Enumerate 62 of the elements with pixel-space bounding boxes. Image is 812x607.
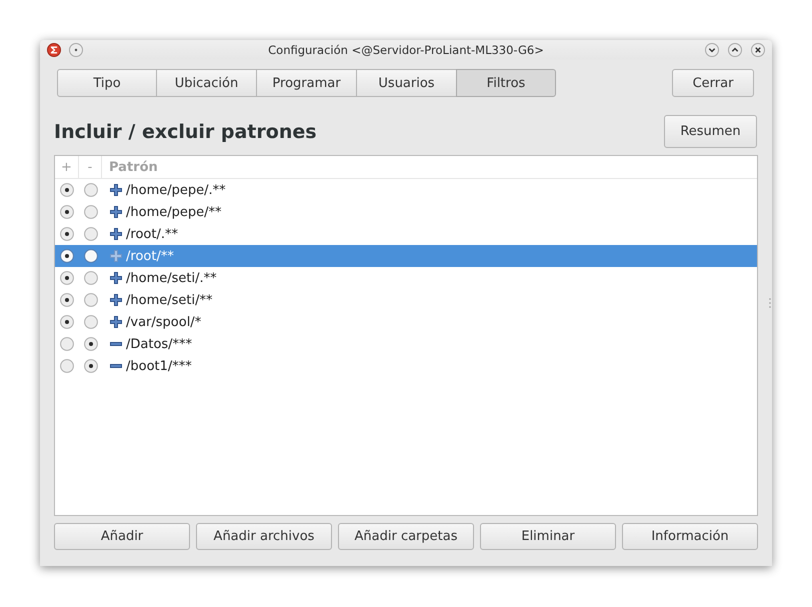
radio-button[interactable] bbox=[84, 337, 98, 351]
summary-button[interactable]: Resumen bbox=[664, 115, 757, 148]
table-row[interactable]: /boot1/*** bbox=[55, 355, 757, 377]
radio-button[interactable] bbox=[84, 227, 98, 241]
plus-icon bbox=[110, 228, 122, 240]
radio-button[interactable] bbox=[60, 249, 74, 263]
radio-button[interactable] bbox=[84, 293, 98, 307]
close-icon[interactable] bbox=[751, 43, 765, 57]
action-button[interactable]: Información bbox=[622, 523, 758, 550]
pattern-text: /home/pepe/.** bbox=[126, 182, 226, 198]
table-row[interactable]: /home/seti/** bbox=[55, 289, 757, 311]
section-heading: Incluir / excluir patrones bbox=[54, 120, 317, 142]
radio-button[interactable] bbox=[60, 359, 74, 373]
minus-icon bbox=[110, 364, 122, 368]
close-button[interactable]: Cerrar bbox=[672, 69, 754, 97]
table-row[interactable]: /Datos/*** bbox=[55, 333, 757, 355]
action-button[interactable]: Añadir carpetas bbox=[338, 523, 474, 550]
tab[interactable]: Filtros bbox=[456, 69, 556, 97]
pattern-text: /root/** bbox=[126, 248, 174, 264]
plus-icon bbox=[110, 272, 122, 284]
app-logo-icon bbox=[47, 43, 61, 57]
pattern-text: /var/spool/* bbox=[126, 314, 202, 330]
pattern-text: /root/.** bbox=[126, 226, 178, 242]
plus-icon bbox=[110, 206, 122, 218]
radio-button[interactable] bbox=[60, 205, 74, 219]
action-button[interactable]: Eliminar bbox=[480, 523, 616, 550]
pattern-text: /Datos/*** bbox=[126, 336, 192, 352]
pattern-text: /boot1/*** bbox=[126, 358, 192, 374]
table-row[interactable]: /var/spool/* bbox=[55, 311, 757, 333]
window-title: Configuración <@Servidor-ProLiant-ML330-G6> bbox=[268, 43, 544, 57]
plus-icon bbox=[110, 316, 122, 328]
plus-icon bbox=[110, 250, 122, 262]
table-row[interactable]: /home/pepe/.** bbox=[55, 179, 757, 201]
radio-button[interactable] bbox=[84, 249, 98, 263]
pattern-text: /home/pepe/** bbox=[126, 204, 222, 220]
radio-button[interactable] bbox=[84, 271, 98, 285]
radio-button[interactable] bbox=[60, 337, 74, 351]
table-row[interactable]: /home/seti/.** bbox=[55, 267, 757, 289]
radio-button[interactable] bbox=[84, 315, 98, 329]
minus-icon bbox=[110, 342, 122, 346]
tab[interactable]: Usuarios bbox=[356, 69, 457, 97]
action-button[interactable]: Añadir archivos bbox=[196, 523, 332, 550]
radio-button[interactable] bbox=[60, 293, 74, 307]
pattern-text: /home/seti/.** bbox=[126, 270, 217, 286]
plus-icon bbox=[110, 184, 122, 196]
minimize-icon[interactable] bbox=[705, 43, 719, 57]
table-row[interactable]: /home/pepe/** bbox=[55, 201, 757, 223]
radio-button[interactable] bbox=[84, 205, 98, 219]
table-row[interactable]: /root/.** bbox=[55, 223, 757, 245]
radio-button[interactable] bbox=[84, 359, 98, 373]
pattern-text: /home/seti/** bbox=[126, 292, 212, 308]
radio-button[interactable] bbox=[60, 271, 74, 285]
action-button[interactable]: Añadir bbox=[54, 523, 190, 550]
tab[interactable]: Programar bbox=[256, 69, 357, 97]
radio-button[interactable] bbox=[60, 183, 74, 197]
plus-icon bbox=[110, 294, 122, 306]
radio-button[interactable] bbox=[84, 183, 98, 197]
radio-button[interactable] bbox=[60, 227, 74, 241]
radio-button[interactable] bbox=[60, 315, 74, 329]
maximize-icon[interactable] bbox=[728, 43, 742, 57]
tab[interactable]: Tipo bbox=[57, 69, 157, 97]
tab[interactable]: Ubicación bbox=[156, 69, 257, 97]
